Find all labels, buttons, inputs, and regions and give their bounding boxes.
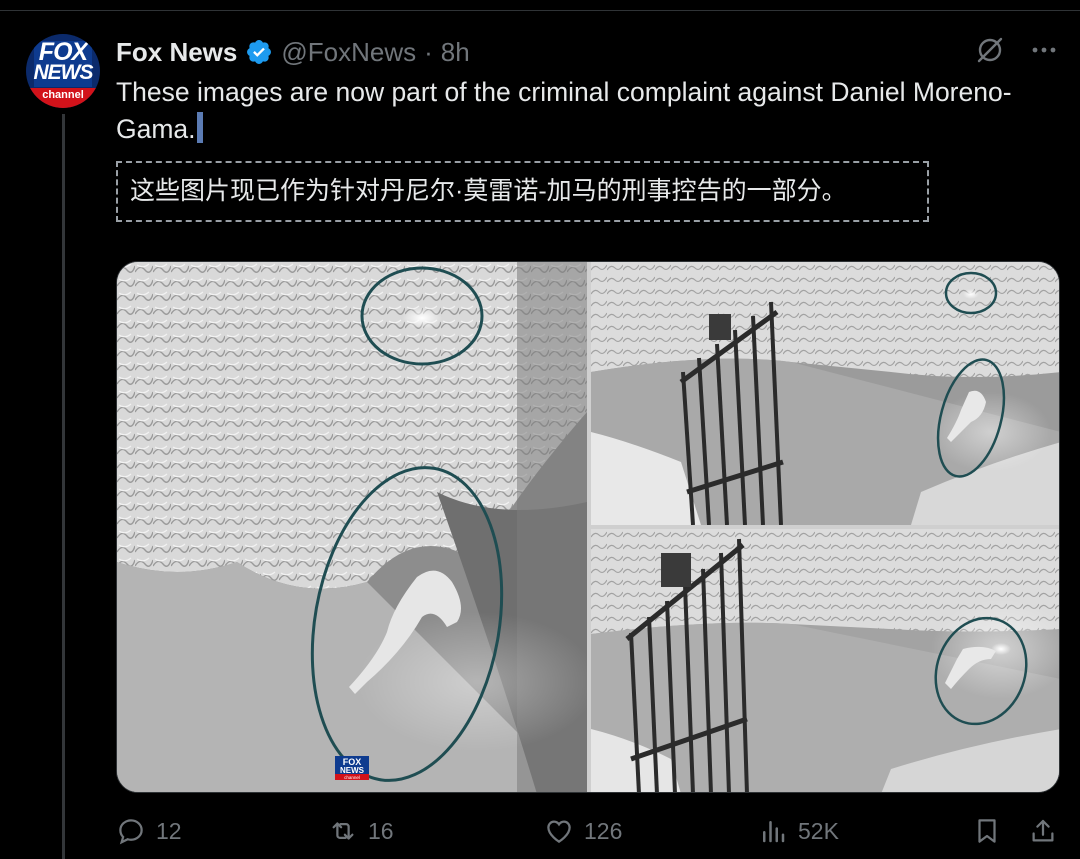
grok-icon[interactable] xyxy=(974,34,1006,66)
views-icon xyxy=(763,821,785,843)
avatar[interactable]: FOX NEWS channel xyxy=(26,34,100,108)
share-button[interactable] xyxy=(1028,816,1058,846)
media-grid[interactable]: FOX NEWS channel xyxy=(116,261,1060,793)
like-button[interactable]: 126 xyxy=(544,816,622,846)
media-image-1[interactable]: FOX NEWS channel xyxy=(117,262,587,792)
post-top-actions xyxy=(974,34,1060,66)
media-image-2[interactable] xyxy=(591,262,1059,525)
header-separator: · xyxy=(424,36,433,67)
text-cursor xyxy=(196,112,203,143)
bookmark-icon xyxy=(978,819,996,843)
author-handle[interactable]: @FoxNews xyxy=(281,37,416,68)
verified-badge-icon xyxy=(247,40,272,64)
like-count: 126 xyxy=(584,817,623,844)
avatar-logo-news: NEWS xyxy=(33,61,94,84)
author-name[interactable]: Fox News xyxy=(116,37,237,68)
avatar-logo-channel: channel xyxy=(26,88,100,108)
watermark-channel: channel xyxy=(344,775,360,780)
top-divider xyxy=(0,10,1080,11)
repost-count: 16 xyxy=(368,817,394,844)
watermark-news: NEWS xyxy=(340,766,365,775)
thread-line xyxy=(62,114,65,859)
repost-icon xyxy=(332,822,354,840)
bookmark-button[interactable] xyxy=(972,816,1002,846)
like-icon xyxy=(547,820,571,843)
post-header: Fox News @FoxNews · 8h xyxy=(116,36,470,68)
more-icon[interactable] xyxy=(1028,34,1060,66)
repost-button[interactable]: 16 xyxy=(328,816,394,846)
post-actions: 12 16 126 52K xyxy=(116,816,1060,856)
reply-count: 12 xyxy=(156,817,182,844)
reply-icon xyxy=(119,819,143,845)
post-text-content: These images are now part of the crimina… xyxy=(116,77,1012,144)
view-count: 52K xyxy=(798,817,839,844)
share-icon xyxy=(1032,819,1054,842)
post-time[interactable]: 8h xyxy=(441,37,470,68)
post-text: These images are now part of the crimina… xyxy=(116,74,1016,148)
media-image-3[interactable] xyxy=(591,529,1059,792)
reply-button[interactable]: 12 xyxy=(116,816,182,846)
translation-box: 这些图片现已作为针对丹尼尔·莫雷诺-加马的刑事控告的一部分。 xyxy=(116,161,929,222)
views-button[interactable]: 52K xyxy=(758,816,839,846)
